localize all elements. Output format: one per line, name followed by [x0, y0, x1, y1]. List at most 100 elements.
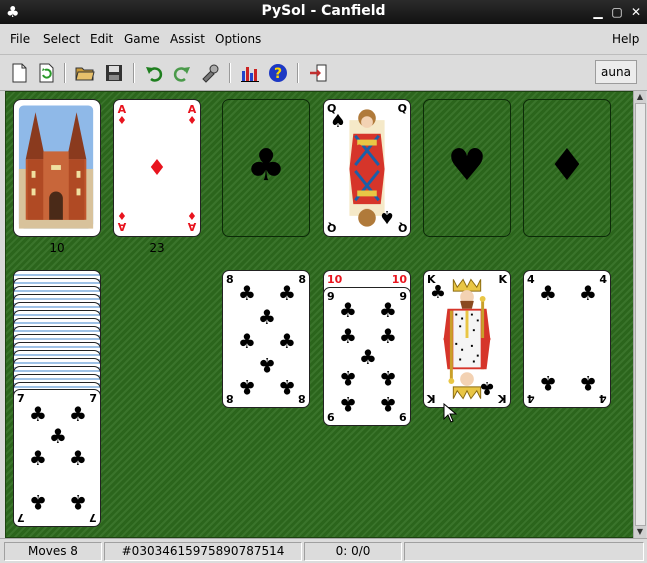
club-icon: ♣	[258, 353, 276, 377]
scroll-down-icon[interactable]: ▼	[634, 526, 646, 538]
card-rank: 9	[399, 410, 407, 423]
club-icon: ♣	[29, 490, 47, 514]
club-icon: ♣	[359, 345, 377, 369]
info-status	[404, 542, 644, 561]
menu-game[interactable]: Game	[124, 32, 160, 46]
foundation-diamonds-slot[interactable]: ♦	[523, 99, 611, 237]
club-icon: ♣	[278, 281, 296, 305]
card-rank: 8	[226, 273, 234, 286]
club-icon: ♣	[69, 490, 87, 514]
foundation-clubs-slot[interactable]: ♣	[222, 99, 310, 237]
diamond-icon: ♦	[117, 114, 127, 127]
scrollbar-thumb[interactable]	[635, 103, 646, 526]
reserve-seven-of-clubs[interactable]: 7 7 ♣ ♣ ♣ ♣ ♣ ♣ ♣ 7 7	[13, 389, 101, 527]
card-rank: 9	[327, 290, 335, 303]
club-icon: ♣	[339, 366, 357, 390]
card-rank: K	[427, 392, 436, 405]
tableau-four-of-clubs[interactable]: 4 4 ♣ ♣ ♣ ♣ 4 4	[523, 270, 611, 408]
club-icon: ♣	[579, 371, 597, 395]
game-number-status: #03034615975890787514	[104, 542, 302, 561]
card-rank: 8	[298, 273, 306, 286]
club-icon: ♣	[339, 298, 357, 322]
menu-help[interactable]: Help	[612, 32, 639, 46]
card-rank: Q	[327, 221, 337, 234]
toolbar-separator	[64, 63, 66, 83]
card-rank: 4	[599, 273, 607, 286]
card-rank: 4	[527, 392, 535, 405]
menu-options[interactable]: Options	[215, 32, 261, 46]
card-rank: 8	[298, 392, 306, 405]
menu-file[interactable]: File	[10, 32, 30, 46]
card-rank: Q	[397, 221, 407, 234]
status-bar: Moves 8 #03034615975890787514 0: 0/0	[0, 538, 647, 563]
game-table: 10 A ♦ A ♦ ♦ A ♦ A ♦ 23 ♣ Q Q ♠ ♠ Q Q ♥ …	[5, 91, 634, 538]
club-icon: ♣	[238, 329, 256, 353]
player-name-field[interactable]: auna	[595, 60, 637, 84]
club-icon: ♣	[69, 446, 87, 470]
menu-edit[interactable]: Edit	[90, 32, 113, 46]
diamond-icon: ♦	[147, 156, 167, 181]
minimize-icon[interactable]: ▁	[590, 4, 606, 20]
diamond-icon: ♦	[187, 209, 197, 222]
menu-assist[interactable]: Assist	[170, 32, 205, 46]
card-back-image	[16, 103, 96, 231]
club-icon: ♣	[539, 281, 557, 305]
tableau-nine-of-clubs[interactable]: 9 9 ♣ ♣ ♣ ♣ ♣ ♣ ♣ ♣ ♣ 9 9	[323, 287, 411, 426]
help-icon[interactable]: ?	[268, 63, 288, 83]
club-icon: ♣	[379, 366, 397, 390]
menu-select[interactable]: Select	[43, 32, 80, 46]
autodrop-icon[interactable]	[200, 63, 220, 83]
toolbar: ? auna	[0, 55, 647, 91]
moves-status: Moves 8	[4, 542, 102, 561]
vertical-scrollbar[interactable]: ▲ ▼	[633, 91, 646, 538]
toolbar-separator	[297, 63, 299, 83]
window-title: PySol - Canfield	[261, 3, 386, 19]
scroll-up-icon[interactable]: ▲	[634, 91, 646, 103]
club-icon: ♣	[49, 424, 67, 448]
card-rank: 9	[399, 290, 407, 303]
new-game-icon[interactable]	[9, 63, 29, 83]
open-icon[interactable]	[75, 63, 95, 83]
card-rank: 4	[527, 273, 535, 286]
quit-icon[interactable]	[308, 63, 328, 83]
menu-bar: File Select Edit Game Assist Options Hel…	[0, 24, 647, 55]
card-rank: 8	[226, 392, 234, 405]
club-icon: ♣	[29, 402, 47, 426]
restart-icon[interactable]	[36, 63, 56, 83]
title-bar: ♣ PySol - Canfield ▁ ▢ ✕	[0, 0, 647, 24]
diamond-icon: ♦	[547, 140, 587, 191]
club-icon: ♣	[579, 281, 597, 305]
card-rank: 7	[17, 511, 25, 524]
toolbar-separator	[229, 63, 231, 83]
diamond-icon: ♦	[117, 209, 127, 222]
card-rank: 10	[391, 273, 407, 286]
waste-ace-of-diamonds[interactable]: A ♦ A ♦ ♦ A ♦ A ♦	[113, 99, 201, 237]
tableau-eight-of-clubs[interactable]: 8 8 ♣ ♣ ♣ ♣ ♣ ♣ ♣ ♣ 8 8	[222, 270, 310, 408]
talon-count: 10	[49, 241, 65, 255]
club-icon: ♣	[238, 375, 256, 399]
foundation-queen-of-spades[interactable]: Q Q ♠ ♠ Q Q	[323, 99, 411, 237]
club-icon: ♣	[539, 371, 557, 395]
card-rank: 9	[327, 410, 335, 423]
club-icon: ♣	[379, 324, 397, 348]
diamond-icon: ♦	[187, 114, 197, 127]
card-rank: 10	[327, 273, 343, 286]
card-rank: 7	[89, 392, 97, 405]
save-icon[interactable]	[104, 63, 124, 83]
foundation-hearts-slot[interactable]: ♥	[423, 99, 511, 237]
redo-icon[interactable]	[172, 63, 192, 83]
undo-icon[interactable]	[144, 63, 164, 83]
talon-pile[interactable]	[13, 99, 101, 237]
club-icon: ♣	[278, 329, 296, 353]
card-rank: 7	[17, 392, 25, 405]
tableau-king-of-clubs[interactable]: K K ♣ ♣ K K	[423, 270, 511, 408]
card-rank: K	[498, 392, 507, 405]
club-icon: ♣	[379, 298, 397, 322]
club-icon: ♣	[379, 392, 397, 416]
maximize-icon[interactable]: ▢	[609, 4, 625, 20]
heart-icon: ♥	[447, 140, 487, 191]
close-icon[interactable]: ✕	[628, 4, 644, 20]
time-status: 0: 0/0	[304, 542, 402, 561]
statistics-icon[interactable]	[240, 63, 260, 83]
mouse-pointer-icon	[443, 403, 457, 423]
